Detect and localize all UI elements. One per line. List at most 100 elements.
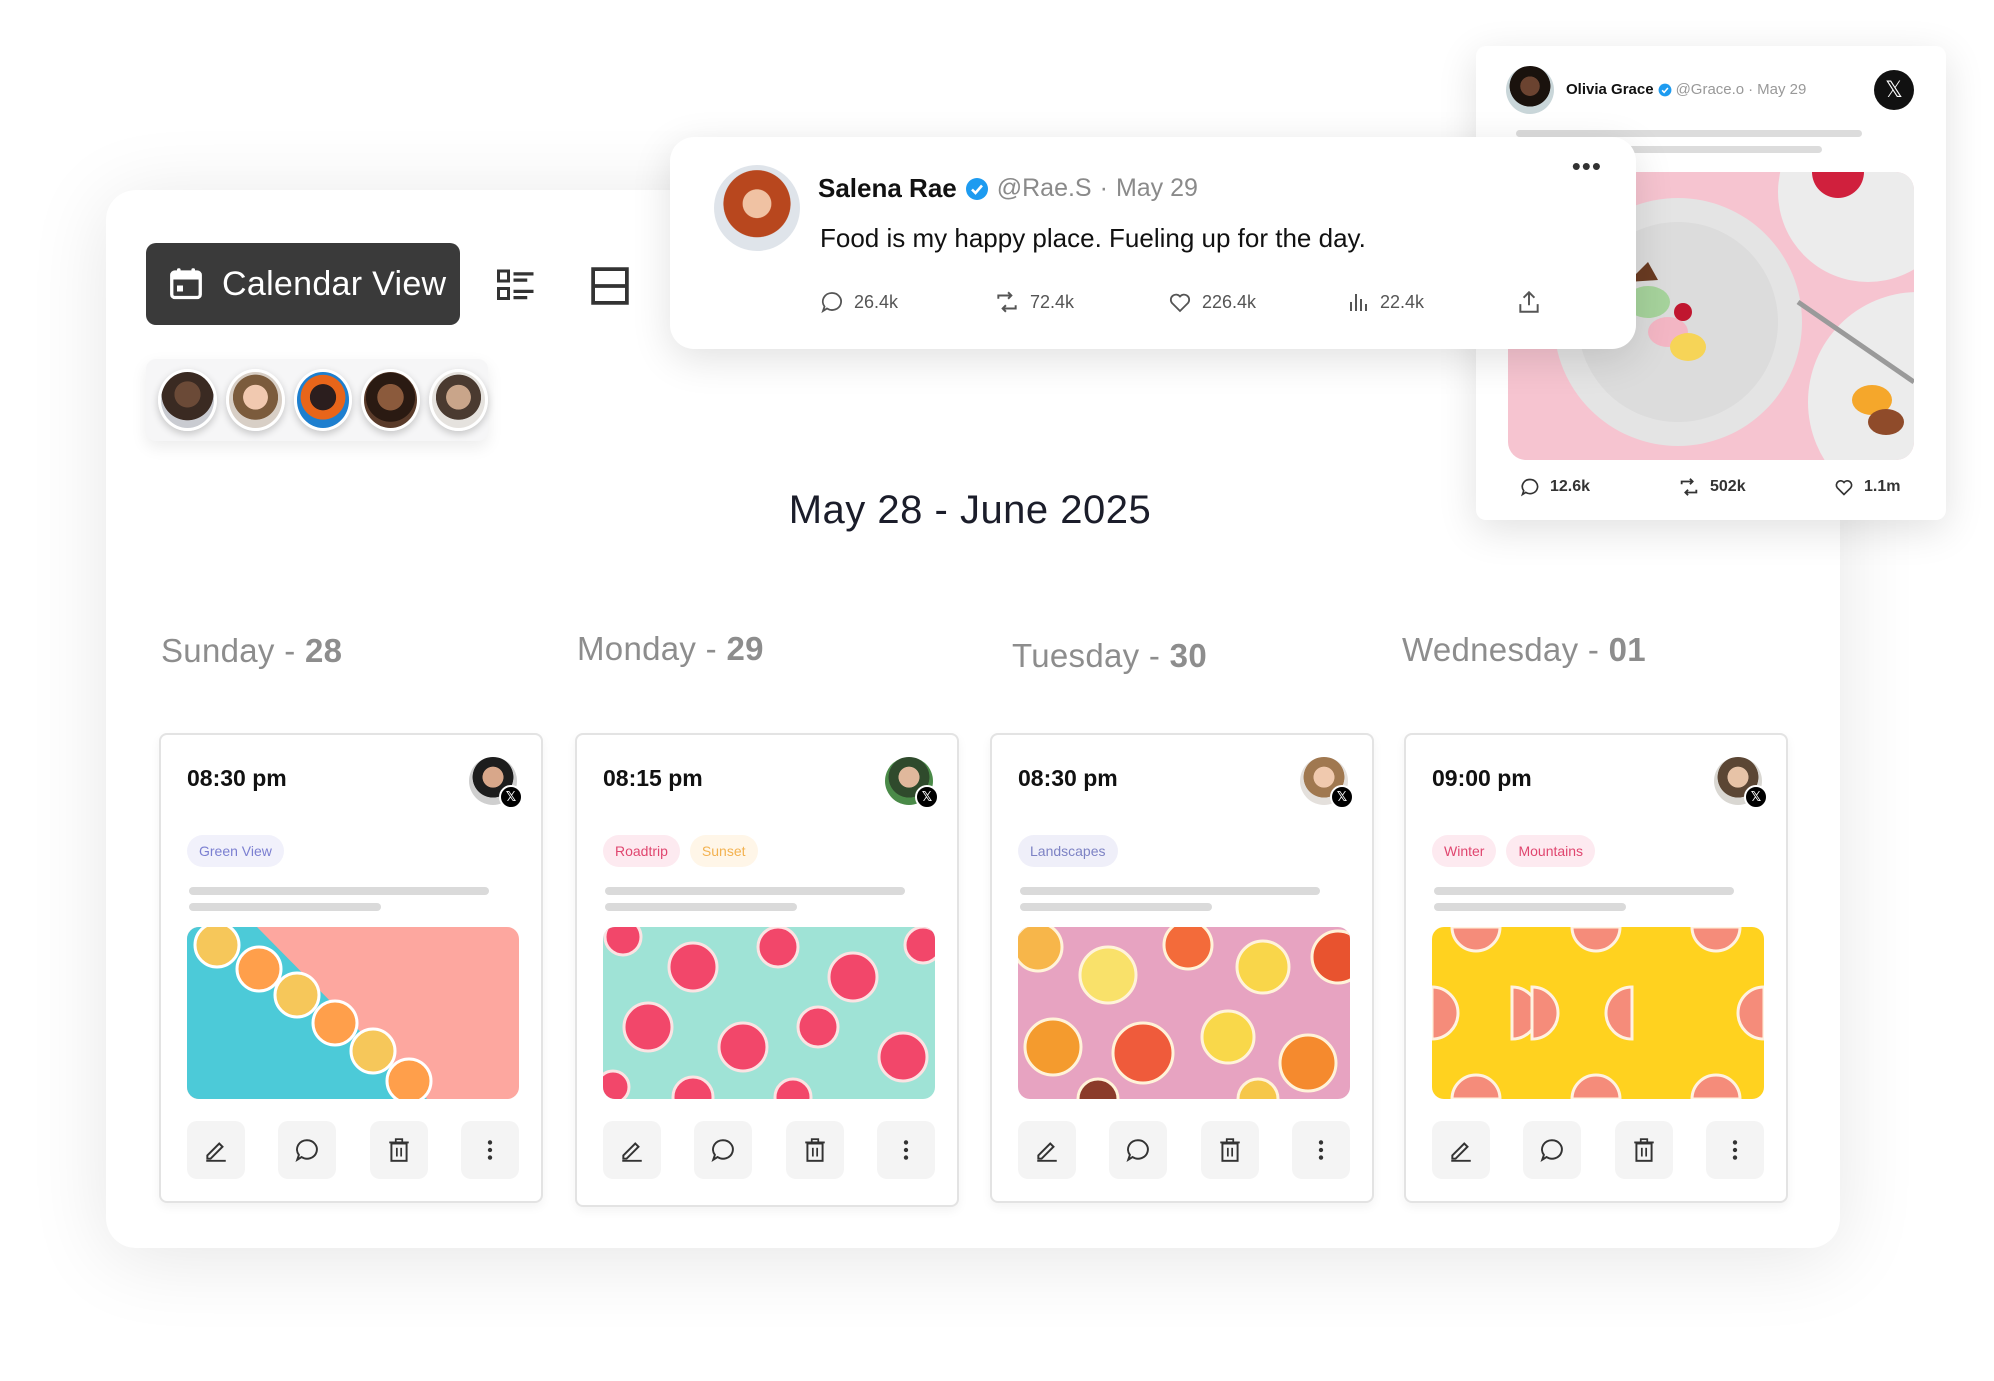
- more-icon: [1732, 1140, 1738, 1160]
- avatar[interactable]: [429, 369, 488, 431]
- edit-icon: [206, 1142, 226, 1162]
- post-card-tuesday[interactable]: 08:30 pm 𝕏 Landscapes: [990, 733, 1374, 1203]
- tag[interactable]: Sunset: [689, 835, 758, 867]
- tweet-author: Olivia Grace @Grace.o · May 29: [1566, 81, 1807, 98]
- text-placeholder: [605, 903, 797, 911]
- retweet-icon: [1680, 478, 1698, 496]
- reply-icon: [821, 292, 842, 314]
- avatar[interactable]: [293, 369, 353, 431]
- text-placeholder: [1516, 130, 1862, 137]
- edit-button[interactable]: [187, 1121, 245, 1179]
- comment-button[interactable]: [1523, 1121, 1582, 1179]
- day-label-monday: Monday - 29: [577, 630, 764, 667]
- x-logo-icon: 𝕏: [1330, 785, 1354, 809]
- team-avatars: [146, 359, 488, 441]
- more-icon: [903, 1140, 909, 1160]
- like-stat[interactable]: 226.4k: [1168, 290, 1346, 314]
- text-placeholder: [1434, 887, 1734, 895]
- retweet-stat[interactable]: 72.4k: [994, 289, 1168, 315]
- share-icon: [1519, 290, 1539, 313]
- text-placeholder: [189, 887, 489, 895]
- tag[interactable]: Mountains: [1506, 835, 1596, 867]
- retweet-icon: [997, 291, 1017, 313]
- edit-icon: [622, 1142, 642, 1162]
- tag[interactable]: Landscapes: [1018, 835, 1118, 867]
- post-card-sunday[interactable]: 08:30 pm 𝕏 Green View: [159, 733, 543, 1203]
- calendar-view-button[interactable]: Calendar View: [146, 243, 460, 325]
- x-logo-icon: 𝕏: [499, 785, 523, 809]
- like-stat[interactable]: 1.1m: [1834, 477, 1900, 497]
- reply-stat[interactable]: 26.4k: [820, 290, 994, 314]
- text-placeholder: [605, 887, 905, 895]
- views-stat[interactable]: 22.4k: [1346, 290, 1516, 314]
- comment-icon: [1126, 1139, 1150, 1163]
- text-placeholder: [1020, 887, 1320, 895]
- calendar-view-label: Calendar View: [222, 264, 447, 303]
- post-time: 08:15 pm: [603, 765, 703, 791]
- tweet-stats: 12.6k 502k 1.1m: [1520, 476, 1900, 498]
- comment-button[interactable]: [1109, 1121, 1168, 1179]
- delete-icon: [1219, 1138, 1240, 1162]
- text-placeholder: [1434, 903, 1626, 911]
- tag-list: Roadtrip Sunset: [603, 835, 758, 867]
- day-label-tuesday: Tuesday - 30: [1012, 637, 1207, 674]
- delete-button[interactable]: [369, 1121, 428, 1179]
- post-card-monday[interactable]: 08:15 pm 𝕏 Roadtrip Sunset: [575, 733, 959, 1207]
- more-button[interactable]: [460, 1121, 519, 1179]
- avatar[interactable]: [714, 165, 800, 251]
- list-view-icon[interactable]: [496, 266, 536, 306]
- comment-icon: [295, 1139, 319, 1163]
- more-button[interactable]: [1291, 1121, 1350, 1179]
- x-logo-icon: 𝕏: [1744, 785, 1768, 809]
- more-button[interactable]: [876, 1121, 935, 1179]
- text-placeholder: [189, 903, 381, 911]
- tag[interactable]: Green View: [187, 835, 284, 867]
- tag-list: Winter Mountains: [1432, 835, 1596, 867]
- card-actions: [1018, 1121, 1350, 1179]
- post-time: 08:30 pm: [187, 765, 287, 791]
- heart-icon: [1835, 480, 1853, 496]
- share-button[interactable]: [1516, 289, 1542, 315]
- split-view-icon[interactable]: [590, 266, 630, 306]
- avatar[interactable]: [361, 369, 421, 431]
- views-chart-icon: [1350, 294, 1367, 311]
- edit-button[interactable]: [1432, 1121, 1490, 1179]
- card-actions: [603, 1121, 935, 1179]
- post-image[interactable]: [187, 927, 519, 1099]
- post-image[interactable]: [603, 927, 935, 1099]
- post-image[interactable]: [1018, 927, 1350, 1099]
- avatar[interactable]: [158, 369, 217, 431]
- comment-button[interactable]: [694, 1121, 753, 1179]
- avatar[interactable]: [1506, 66, 1554, 114]
- post-card-wednesday[interactable]: 09:00 pm 𝕏 Winter Mountains: [1404, 733, 1788, 1203]
- delete-icon: [1633, 1138, 1654, 1162]
- comment-button[interactable]: [278, 1121, 337, 1179]
- heart-icon: [1169, 293, 1191, 313]
- verified-icon: [1658, 83, 1671, 96]
- tweet-text: Food is my happy place. Fueling up for t…: [820, 223, 1366, 253]
- reply-icon: [1520, 478, 1539, 497]
- post-time: 09:00 pm: [1432, 765, 1532, 791]
- text-placeholder: [1020, 903, 1212, 911]
- delete-button[interactable]: [785, 1121, 844, 1179]
- x-logo-icon[interactable]: 𝕏: [1874, 70, 1914, 110]
- edit-button[interactable]: [603, 1121, 661, 1179]
- tag[interactable]: Roadtrip: [603, 835, 680, 867]
- verified-icon: [965, 177, 988, 200]
- comment-icon: [1540, 1139, 1564, 1163]
- delete-icon: [804, 1138, 825, 1162]
- more-options-button[interactable]: •••: [1572, 151, 1602, 182]
- delete-icon: [388, 1138, 409, 1162]
- more-button[interactable]: [1705, 1121, 1764, 1179]
- tag[interactable]: Winter: [1432, 835, 1497, 867]
- day-label-wednesday: Wednesday - 01: [1402, 631, 1646, 668]
- avatar[interactable]: [225, 369, 285, 431]
- edit-button[interactable]: [1018, 1121, 1076, 1179]
- text-placeholder: [1626, 146, 1822, 153]
- delete-button[interactable]: [1200, 1121, 1259, 1179]
- tweet-preview-main[interactable]: Salena Rae @Rae.S · May 29 ••• Food is m…: [670, 137, 1636, 349]
- post-image[interactable]: [1432, 927, 1764, 1099]
- retweet-stat[interactable]: 502k: [1678, 476, 1834, 498]
- reply-stat[interactable]: 12.6k: [1520, 477, 1678, 497]
- delete-button[interactable]: [1614, 1121, 1673, 1179]
